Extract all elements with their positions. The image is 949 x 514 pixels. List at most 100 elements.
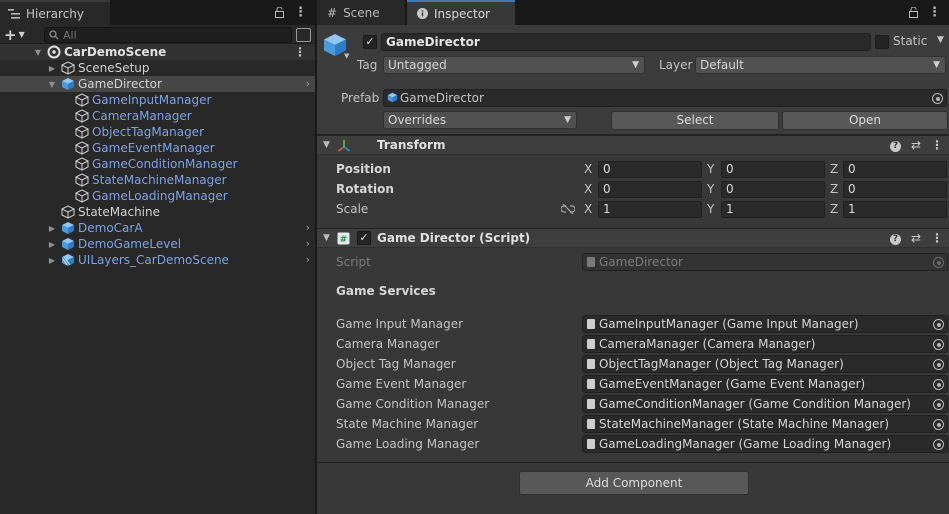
presets-icon[interactable]: ⇄ bbox=[911, 231, 921, 245]
scene-row[interactable]: ▼ CarDemoScene ⋮ bbox=[0, 44, 315, 60]
game-loading-manager-field[interactable]: GameLoadingManager (Game Loading Manager… bbox=[582, 435, 948, 453]
hierarchy-search-input[interactable] bbox=[63, 28, 263, 42]
hierarchy-item-gameeventmanager[interactable]: GameEventManager bbox=[0, 140, 315, 156]
overrides-dropdown[interactable]: Overrides ▼ bbox=[383, 111, 577, 129]
rotation-z-field[interactable]: 0 bbox=[843, 181, 947, 198]
hierarchy-item-democara[interactable]: ▶ DemoCarA › bbox=[0, 220, 315, 236]
axis-z-label[interactable]: Z bbox=[830, 182, 838, 196]
gameobject-name-field[interactable] bbox=[381, 33, 871, 51]
hierarchy-item-gameconditionmanager[interactable]: GameConditionManager bbox=[0, 156, 315, 172]
hierarchy-item-gameloadingmanager[interactable]: GameLoadingManager bbox=[0, 188, 315, 204]
layer-dropdown[interactable]: Default ▼ bbox=[695, 56, 946, 74]
help-icon[interactable]: ? bbox=[889, 141, 901, 152]
camera-manager-field[interactable]: CameraManager (Camera Manager) bbox=[582, 335, 948, 353]
axis-x-label[interactable]: X bbox=[584, 162, 592, 176]
foldout-expanded-icon[interactable]: ▼ bbox=[323, 233, 330, 243]
object-picker-icon[interactable] bbox=[933, 379, 944, 390]
axis-z-label[interactable]: Z bbox=[830, 202, 838, 216]
gameobject-icon bbox=[61, 61, 75, 75]
position-y-field[interactable]: 0 bbox=[721, 161, 825, 178]
help-icon[interactable]: ? bbox=[889, 234, 901, 245]
transform-component-header[interactable]: ▼ Transform ? ⇄ ⋮ bbox=[317, 135, 949, 155]
object-picker-icon[interactable] bbox=[933, 439, 944, 450]
component-enabled-checkbox[interactable]: ✓ bbox=[357, 231, 371, 245]
game-event-manager-field[interactable]: GameEventManager (Game Event Manager) bbox=[582, 375, 948, 393]
axis-x-label[interactable]: X bbox=[584, 182, 592, 196]
component-menu-icon[interactable]: ⋮ bbox=[931, 138, 943, 152]
kebab-menu-icon[interactable]: ⋮ bbox=[928, 5, 941, 20]
add-component-button[interactable]: Add Component bbox=[519, 471, 749, 495]
foldout-collapsed-icon[interactable]: ▶ bbox=[47, 60, 57, 76]
open-button[interactable]: Open bbox=[782, 111, 948, 130]
scale-x-field[interactable]: 1 bbox=[598, 201, 702, 218]
tag-dropdown[interactable]: Untagged ▼ bbox=[383, 56, 645, 74]
static-checkbox[interactable] bbox=[875, 35, 889, 49]
prefab-asset-field[interactable]: GameDirector bbox=[383, 89, 947, 107]
tab-scene[interactable]: # Scene bbox=[317, 0, 405, 25]
icon-picker-caret-icon[interactable]: ▼ bbox=[344, 52, 349, 60]
scene-menu-icon[interactable]: ⋮ bbox=[294, 44, 306, 60]
hierarchy-item-scenesetup[interactable]: ▶ SceneSetup bbox=[0, 60, 315, 76]
hierarchy-item-uilayers[interactable]: ▶ UILayers_CarDemoScene › bbox=[0, 252, 315, 268]
scale-z-field[interactable]: 1 bbox=[843, 201, 947, 218]
presets-icon[interactable]: ⇄ bbox=[911, 138, 921, 152]
axis-x-label[interactable]: X bbox=[584, 202, 592, 216]
chevron-right-icon[interactable]: › bbox=[306, 252, 310, 268]
hierarchy-item-objecttagmanager[interactable]: ObjectTagManager bbox=[0, 124, 315, 140]
chevron-right-icon[interactable]: › bbox=[306, 76, 310, 92]
axis-y-label[interactable]: Y bbox=[707, 162, 714, 176]
static-dropdown-chevron-icon[interactable]: ▼ bbox=[937, 35, 944, 45]
game-input-manager-field[interactable]: GameInputManager (Game Input Manager) bbox=[582, 315, 948, 333]
foldout-expanded-icon[interactable]: ▼ bbox=[47, 76, 57, 92]
scale-y-field[interactable]: 1 bbox=[721, 201, 825, 218]
object-picker-icon[interactable] bbox=[933, 399, 944, 410]
scene-grid-icon: # bbox=[327, 5, 338, 20]
chevron-right-icon[interactable]: › bbox=[306, 220, 310, 236]
axis-y-label[interactable]: Y bbox=[707, 182, 714, 196]
inspector-tab-icons: ⋮ bbox=[909, 5, 941, 20]
axis-z-label[interactable]: Z bbox=[830, 162, 838, 176]
chevron-right-icon[interactable]: › bbox=[306, 236, 310, 252]
hierarchy-search-box[interactable] bbox=[44, 27, 292, 43]
game-condition-manager-field[interactable]: GameConditionManager (Game Condition Man… bbox=[582, 395, 948, 413]
hierarchy-item-statemachinemanager[interactable]: StateMachineManager bbox=[0, 172, 315, 188]
constrain-proportions-icon[interactable] bbox=[561, 204, 575, 214]
prefab-cube-icon bbox=[387, 92, 398, 103]
axis-y-label[interactable]: Y bbox=[707, 202, 714, 216]
object-picker-icon[interactable] bbox=[933, 359, 944, 370]
foldout-expanded-icon[interactable]: ▼ bbox=[33, 44, 43, 60]
position-z-field[interactable]: 0 bbox=[843, 161, 947, 178]
select-button[interactable]: Select bbox=[611, 111, 779, 130]
tab-inspector[interactable]: Inspector bbox=[407, 0, 515, 25]
object-picker-icon[interactable] bbox=[932, 93, 943, 104]
layer-label: Layer bbox=[659, 58, 693, 72]
search-type-icon[interactable] bbox=[296, 28, 311, 42]
create-dropdown-button[interactable]: + ▼ bbox=[4, 26, 32, 44]
hierarchy-item-gamedirector[interactable]: ▼ GameDirector › bbox=[0, 76, 315, 92]
kebab-menu-icon[interactable]: ⋮ bbox=[294, 5, 307, 20]
state-machine-manager-field[interactable]: StateMachineManager (State Machine Manag… bbox=[582, 415, 948, 433]
hierarchy-item-cameramanager[interactable]: CameraManager bbox=[0, 108, 315, 124]
lock-icon[interactable] bbox=[909, 7, 918, 18]
object-picker-icon[interactable] bbox=[933, 319, 944, 330]
field-value: GameInputManager (Game Input Manager) bbox=[599, 317, 859, 331]
object-picker-icon[interactable] bbox=[933, 339, 944, 350]
component-menu-icon[interactable]: ⋮ bbox=[931, 231, 943, 245]
hierarchy-item-demogamelevel[interactable]: ▶ DemoGameLevel › bbox=[0, 236, 315, 252]
lock-icon[interactable] bbox=[275, 7, 284, 18]
foldout-expanded-icon[interactable]: ▼ bbox=[323, 140, 330, 150]
gamedirector-component-header[interactable]: ▼ # ✓ Game Director (Script) ? ⇄ ⋮ bbox=[317, 228, 949, 248]
position-x-field[interactable]: 0 bbox=[598, 161, 702, 178]
rotation-y-field[interactable]: 0 bbox=[721, 181, 825, 198]
object-tag-manager-field[interactable]: ObjectTagManager (Object Tag Manager) bbox=[582, 355, 948, 373]
foldout-collapsed-icon[interactable]: ▶ bbox=[47, 252, 57, 268]
hierarchy-item-statemachine[interactable]: StateMachine bbox=[0, 204, 315, 220]
active-checkbox[interactable]: ✓ bbox=[363, 35, 377, 49]
foldout-collapsed-icon[interactable]: ▶ bbox=[47, 220, 57, 236]
rotation-x-field[interactable]: 0 bbox=[598, 181, 702, 198]
component-header-icons: ? ⇄ ⋮ bbox=[889, 231, 943, 245]
tab-hierarchy[interactable]: Hierarchy bbox=[0, 0, 110, 25]
hierarchy-item-gameinputmanager[interactable]: GameInputManager bbox=[0, 92, 315, 108]
foldout-collapsed-icon[interactable]: ▶ bbox=[47, 236, 57, 252]
object-picker-icon[interactable] bbox=[933, 419, 944, 430]
